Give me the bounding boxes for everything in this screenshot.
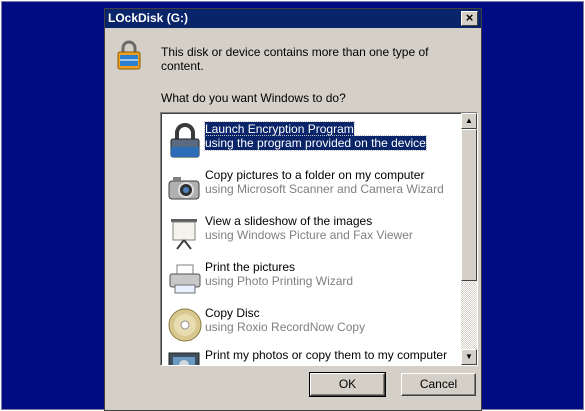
item-title: View a slideshow of the images [205, 214, 373, 228]
scroll-down-button[interactable]: ▼ [461, 349, 477, 365]
disc-icon [168, 308, 202, 342]
lock-icon [170, 123, 200, 158]
desktop: LOckDisk (G:) × This disk or device cont… [1, 1, 584, 411]
item-title: Launch Encryption Program [204, 121, 355, 137]
item-subtitle: using Microsoft Scanner and Camera Wizar… [205, 182, 444, 196]
item-title: Print the pictures [205, 260, 296, 274]
arrow-down-icon: ▼ [465, 352, 473, 361]
cancel-button[interactable]: Cancel [401, 373, 476, 396]
list-item[interactable]: Print my photos or copy them to my compu… [163, 343, 460, 365]
projector-screen-icon [171, 219, 197, 250]
title-bar[interactable]: LOckDisk (G:) × [105, 9, 481, 28]
item-title: Copy Disc [205, 306, 260, 320]
list-item[interactable]: Copy pictures to a folder on my computer… [163, 163, 460, 209]
header-message: This disk or device contains more than o… [161, 45, 429, 73]
list-item[interactable]: Copy Disc using Roxio RecordNow Copy [163, 301, 460, 347]
scroll-thumb[interactable] [461, 129, 477, 281]
autoplay-dialog: LOckDisk (G:) × This disk or device cont… [104, 8, 482, 411]
list-item[interactable]: Print the pictures using Photo Printing … [163, 255, 460, 301]
item-subtitle: using the program provided on the device [204, 135, 427, 151]
item-subtitle: using Windows Picture and Fax Viewer [205, 228, 413, 242]
lock-icon [117, 40, 141, 70]
scroll-up-button[interactable]: ▲ [461, 113, 477, 129]
camera-icon [168, 177, 200, 200]
item-subtitle: using Roxio RecordNow Copy [205, 320, 366, 334]
list-item[interactable]: View a slideshow of the images using Win… [163, 209, 460, 255]
item-title: Copy pictures to a folder on my computer [205, 168, 425, 182]
window-title: LOckDisk (G:) [108, 11, 189, 25]
arrow-up-icon: ▲ [465, 116, 473, 125]
close-icon: × [465, 10, 474, 25]
item-subtitle: using Photo Printing Wizard [205, 274, 354, 288]
ok-button[interactable]: OK [309, 372, 386, 397]
action-list[interactable]: Launch Encryption Program using the prog… [160, 112, 478, 366]
printer-icon [169, 264, 201, 294]
close-button[interactable]: × [461, 11, 478, 26]
vertical-scrollbar[interactable]: ▲ ▼ [461, 113, 477, 365]
item-title: Print my photos or copy them to my compu… [205, 348, 448, 362]
photo-icon [168, 352, 200, 365]
list-item[interactable]: Launch Encryption Program using the prog… [163, 117, 460, 163]
prompt-text: What do you want Windows to do? [161, 91, 346, 105]
